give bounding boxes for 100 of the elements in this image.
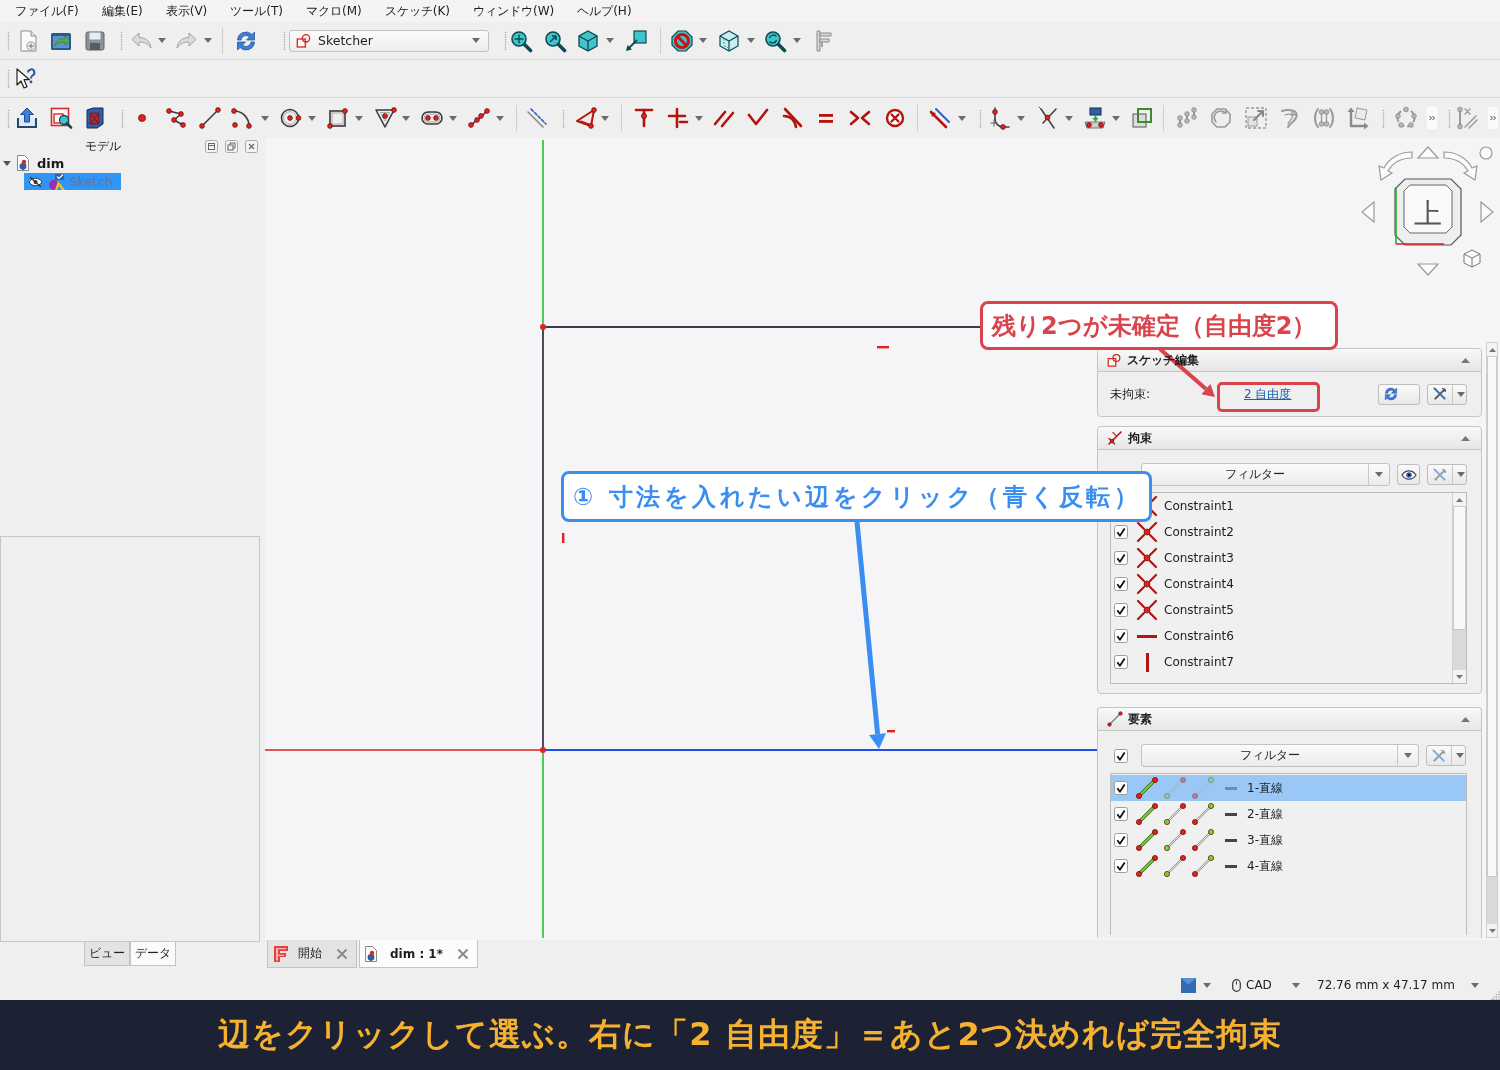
scrollbar-thumb[interactable] bbox=[1453, 506, 1466, 630]
menu-item[interactable]: スケッチ(K) bbox=[373, 0, 462, 22]
scroll-up-icon[interactable] bbox=[1456, 497, 1463, 502]
checkbox[interactable] bbox=[1114, 655, 1128, 669]
navigation-cube[interactable] bbox=[1394, 178, 1462, 246]
arrow-down-icon[interactable] bbox=[1416, 263, 1440, 276]
zoom-fit-icon[interactable] bbox=[509, 28, 533, 53]
menu-item[interactable]: 表示(V) bbox=[154, 0, 219, 22]
panel-tab[interactable]: データ bbox=[130, 942, 176, 966]
refresh-icon[interactable] bbox=[234, 28, 258, 53]
toolbar-handle[interactable] bbox=[1381, 108, 1385, 128]
vertex-dot-icon[interactable] bbox=[540, 324, 546, 330]
menu-item[interactable]: ファイル(F) bbox=[3, 0, 91, 22]
cube-section-icon[interactable] bbox=[83, 106, 107, 130]
save-icon[interactable] bbox=[83, 28, 107, 53]
rotate-right-icon[interactable] bbox=[1443, 151, 1478, 181]
checkbox[interactable] bbox=[1114, 551, 1128, 565]
scale-icon[interactable] bbox=[1244, 106, 1268, 130]
toolbar-handle[interactable] bbox=[503, 31, 507, 50]
zoom-selection-icon[interactable] bbox=[543, 28, 567, 53]
tools-dropdown-button[interactable] bbox=[1427, 464, 1467, 485]
element-label[interactable]: 1-直線 bbox=[1247, 779, 1283, 797]
collapse-arrow-icon[interactable] bbox=[1461, 357, 1470, 363]
list-row[interactable]: 1-直線 bbox=[1111, 775, 1466, 801]
scroll-down-icon[interactable] bbox=[1456, 674, 1463, 679]
diagonal-lines-icon[interactable] bbox=[928, 106, 952, 130]
expand-arrow-icon[interactable] bbox=[3, 160, 11, 166]
visibility-button[interactable] bbox=[1397, 464, 1420, 485]
restore-icon[interactable] bbox=[225, 139, 238, 153]
menu-item[interactable]: マクロ(M) bbox=[294, 0, 374, 22]
rotate-left-icon[interactable] bbox=[1378, 151, 1413, 181]
collapse-arrow-icon[interactable] bbox=[1461, 716, 1470, 722]
checkbox[interactable] bbox=[1114, 629, 1128, 643]
caret-icon[interactable] bbox=[1292, 982, 1300, 988]
rotate-icon[interactable] bbox=[1209, 106, 1233, 130]
float-icon[interactable] bbox=[205, 139, 218, 153]
cube-icon[interactable] bbox=[1463, 249, 1481, 268]
tree-item[interactable]: dim bbox=[17, 154, 68, 172]
toolbar-handle[interactable] bbox=[978, 108, 982, 128]
checkbox[interactable] bbox=[1114, 781, 1128, 795]
box-arrow-icon[interactable] bbox=[624, 28, 648, 53]
caret-icon[interactable] bbox=[1112, 115, 1120, 121]
filter-dropdown[interactable]: フィルター bbox=[1141, 463, 1390, 486]
constraint-label[interactable]: Constraint1 bbox=[1164, 499, 1234, 513]
checkbox[interactable] bbox=[1114, 603, 1128, 617]
crossing-lines-icon[interactable] bbox=[1036, 106, 1060, 130]
refresh-button[interactable] bbox=[1378, 383, 1420, 405]
box-platform-icon[interactable] bbox=[1083, 106, 1107, 130]
toolbar-handle[interactable] bbox=[119, 31, 123, 50]
vertex-dot-icon[interactable] bbox=[540, 747, 546, 753]
constraint-label[interactable]: Constraint4 bbox=[1164, 577, 1234, 591]
caret-icon[interactable] bbox=[496, 115, 504, 121]
checkbox[interactable] bbox=[1114, 577, 1128, 591]
arrow-up-icon[interactable] bbox=[1416, 146, 1440, 159]
arrow-right-icon[interactable] bbox=[1480, 200, 1494, 224]
t-shape-icon[interactable] bbox=[632, 106, 656, 130]
close-icon[interactable] bbox=[457, 947, 469, 960]
caret-icon[interactable] bbox=[449, 115, 457, 121]
angle-icon[interactable] bbox=[574, 106, 598, 130]
element-label[interactable]: 2-直線 bbox=[1247, 805, 1283, 823]
list-row[interactable]: 4-直線 bbox=[1111, 853, 1466, 879]
constraint-label[interactable]: Constraint2 bbox=[1164, 525, 1234, 539]
cross-bars-icon[interactable] bbox=[666, 106, 690, 130]
element-label[interactable]: 4-直線 bbox=[1247, 857, 1283, 875]
caret-icon[interactable] bbox=[158, 38, 166, 43]
menu-item[interactable]: ヘルプ(H) bbox=[565, 0, 644, 22]
triangle-icon[interactable] bbox=[373, 106, 397, 130]
navigation-style[interactable]: CAD bbox=[1246, 978, 1272, 992]
polyline-icon[interactable] bbox=[164, 106, 188, 130]
move-arrows-icon[interactable] bbox=[1346, 106, 1370, 130]
checkbox[interactable] bbox=[1114, 525, 1128, 539]
arrow-left-icon[interactable] bbox=[1361, 200, 1375, 224]
caret-icon[interactable] bbox=[355, 115, 363, 121]
resize-grip-icon[interactable] bbox=[1491, 991, 1500, 1000]
scroll-up-icon[interactable] bbox=[1488, 347, 1496, 352]
close-icon[interactable] bbox=[245, 139, 258, 153]
checkbox[interactable] bbox=[1114, 859, 1128, 873]
checkbox[interactable] bbox=[1114, 833, 1128, 847]
caret-icon[interactable] bbox=[1203, 982, 1211, 988]
toolbar-handle[interactable] bbox=[6, 108, 10, 128]
line-icon[interactable] bbox=[198, 106, 222, 130]
caret-icon[interactable] bbox=[261, 115, 269, 121]
menu-item[interactable]: 編集(E) bbox=[90, 0, 155, 22]
overlapping-squares-icon[interactable] bbox=[1130, 106, 1154, 130]
isometric-cube-icon[interactable] bbox=[576, 28, 600, 53]
caret-icon[interactable] bbox=[601, 115, 609, 121]
scrollbar-thumb[interactable] bbox=[1487, 356, 1497, 877]
constraint-label[interactable]: Constraint3 bbox=[1164, 551, 1234, 565]
overflow-chevron-icon[interactable] bbox=[1488, 107, 1498, 129]
close-icon[interactable] bbox=[336, 947, 348, 960]
element-label[interactable]: 3-直線 bbox=[1247, 831, 1283, 849]
caret-icon[interactable] bbox=[793, 38, 801, 43]
checkbox[interactable] bbox=[1114, 748, 1128, 763]
tools-dropdown-button[interactable] bbox=[1426, 745, 1466, 766]
caret-icon[interactable] bbox=[747, 38, 755, 43]
spline-icon[interactable] bbox=[467, 106, 491, 130]
upload-arrow-icon[interactable] bbox=[15, 106, 39, 130]
zoom-refresh-icon[interactable] bbox=[763, 28, 787, 53]
dashed-line-icon[interactable] bbox=[525, 106, 549, 130]
scrollbar[interactable] bbox=[1486, 342, 1498, 938]
